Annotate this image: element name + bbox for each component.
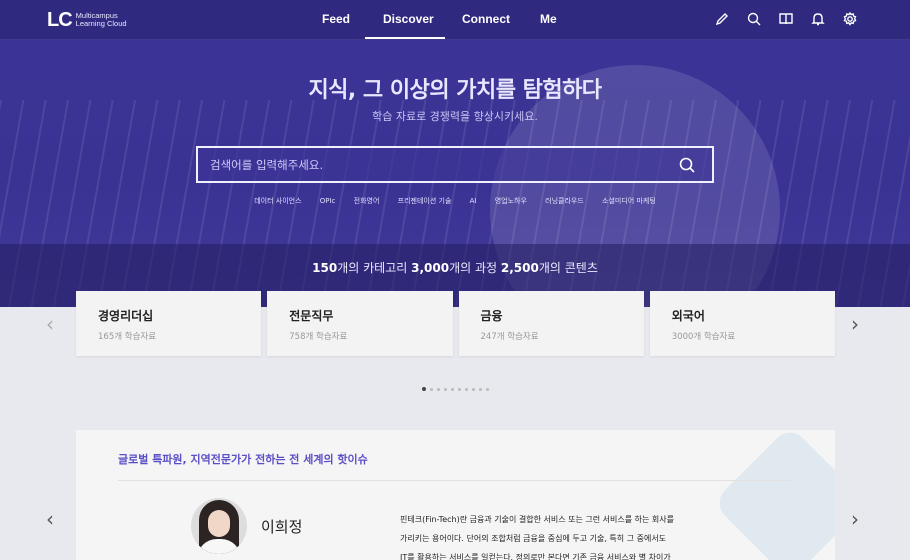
courses-suffix: 개의 과정 (449, 261, 498, 275)
nav-active-indicator (365, 37, 445, 39)
category-card[interactable]: 전문직무 758개 학습자료 (267, 291, 453, 356)
hero-title: 지식, 그 이상의 가치를 탐험하다 (308, 78, 602, 103)
category-card[interactable]: 외국어 3000개 학습자료 (649, 291, 835, 356)
category-title: 금융 (480, 309, 503, 323)
expert-section-title: 글로벌 특파원, 지역전문가가 전하는 전 세계의 핫이슈 (118, 453, 368, 466)
keyword-tag[interactable]: 프리젠테이션 기술 (398, 197, 452, 205)
category-prev-arrow[interactable]: ‹ (46, 312, 54, 336)
category-title: 경영리더십 (98, 309, 154, 323)
hero-banner: 지식, 그 이상의 가치를 탐험하다 학습 자료로 경쟁력을 향상시키세요. 데… (0, 40, 910, 307)
search-input[interactable] (210, 156, 650, 174)
keyword-tag[interactable]: 전화영어 (354, 197, 380, 205)
category-count: 247개 학습자료 (480, 332, 539, 342)
nav-me[interactable]: Me (540, 12, 557, 26)
pagination-dot[interactable] (450, 388, 454, 391)
pagination-dot[interactable] (485, 388, 489, 391)
search-icon[interactable] (678, 156, 696, 174)
category-cards: 경영리더십 165개 학습자료 전문직무 758개 학습자료 금융 247개 학… (76, 291, 835, 356)
pagination-dot[interactable] (443, 388, 447, 391)
keyword-tag[interactable]: 소셜미디어 마케팅 (602, 197, 656, 205)
search-icon[interactable] (746, 11, 762, 27)
hero-subtitle: 학습 자료로 경쟁력을 향상시키세요. (372, 110, 538, 123)
keyword-tag[interactable]: 러닝클라우드 (545, 197, 584, 205)
pagination-dot[interactable] (436, 388, 440, 391)
category-title: 전문직무 (289, 309, 334, 323)
courses-count: 3,000 (411, 261, 450, 275)
categories-suffix: 개의 카테고리 (337, 261, 408, 275)
carousel-pagination (0, 376, 910, 395)
category-title: 외국어 (671, 309, 705, 323)
top-navigation-bar: LC Multicampus Learning Cloud Feed Disco… (0, 0, 910, 40)
expert-next-arrow[interactable]: › (851, 507, 859, 531)
keyword-tag[interactable]: OPIc (320, 197, 336, 205)
category-count: 165개 학습자료 (98, 332, 157, 342)
pagination-dot[interactable] (471, 388, 475, 391)
avatar[interactable] (191, 498, 247, 554)
article-line: IT를 활용하는 서비스를 일컫는다. 정의로만 본다면 기존 금융 서비스와 … (400, 553, 671, 560)
nav-connect[interactable]: Connect (462, 12, 510, 26)
contents-suffix: 개의 콘텐츠 (538, 261, 598, 275)
expert-section: 글로벌 특파원, 지역전문가가 전하는 전 세계의 핫이슈 이희정 핀테크(Fi… (76, 430, 835, 560)
expert-name[interactable]: 이희정 (261, 516, 302, 537)
pagination-dot[interactable] (478, 388, 482, 391)
categories-count: 150 (312, 261, 338, 275)
keyword-list: 데이터 사이언스 OPIc 전화영어 프리젠테이션 기술 AI 영업노하우 러닝… (0, 196, 910, 206)
article-line: 핀테크(Fin-Tech)란 금융과 기술이 결합한 서비스 또는 그런 서비스… (400, 515, 674, 524)
category-count: 758개 학습자료 (289, 332, 348, 342)
expert-decoration (712, 430, 835, 560)
nav-feed[interactable]: Feed (322, 12, 350, 26)
nav-discover[interactable]: Discover (383, 12, 434, 26)
category-count: 3000개 학습자료 (671, 332, 736, 342)
keyword-tag[interactable]: 영업노하우 (495, 197, 527, 205)
pagination-dot[interactable] (464, 388, 468, 391)
settings-icon[interactable] (842, 11, 858, 27)
expert-article-text[interactable]: 핀테크(Fin-Tech)란 금융과 기술이 결합한 서비스 또는 그런 서비스… (400, 510, 730, 560)
category-next-arrow[interactable]: › (851, 312, 859, 336)
contents-count: 2,500 (500, 261, 539, 275)
category-card[interactable]: 경영리더십 165개 학습자료 (76, 291, 262, 356)
header-icons (714, 11, 858, 27)
category-card[interactable]: 금융 247개 학습자료 (458, 291, 644, 356)
pencil-icon[interactable] (714, 11, 730, 27)
pagination-dot[interactable] (421, 387, 426, 391)
divider (118, 480, 790, 481)
pagination-dot[interactable] (457, 388, 461, 391)
keyword-tag[interactable]: 데이터 사이언스 (254, 197, 301, 205)
expert-prev-arrow[interactable]: ‹ (46, 507, 54, 531)
keyword-tag[interactable]: AI (470, 197, 477, 205)
stats-summary: 150개의 카테고리 3,000개의 과정 2,500개의 콘텐츠 (0, 259, 910, 276)
pagination-dot[interactable] (429, 388, 433, 391)
bell-icon[interactable] (810, 11, 826, 27)
search-box (196, 146, 714, 183)
article-line: 가리키는 용어이다. 단어의 조합처럼 금융을 중심에 두고 기술, 특히 그 … (400, 534, 667, 543)
book-icon[interactable] (778, 11, 794, 27)
